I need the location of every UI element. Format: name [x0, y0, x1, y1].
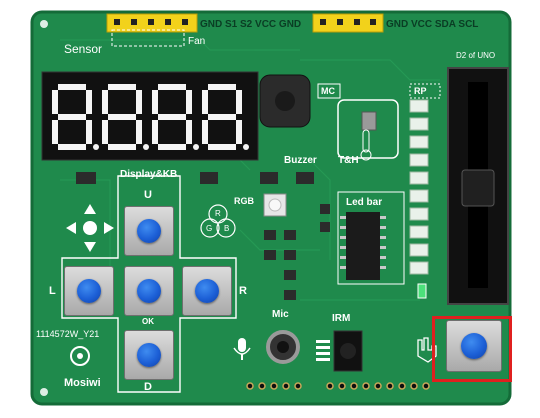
key-l-label: L [49, 285, 56, 297]
key-right-cap[interactable] [195, 279, 219, 303]
fan-label: Fan [188, 36, 206, 47]
led-bar-label: Led bar [346, 197, 383, 208]
rgb-label: RGB [234, 196, 254, 206]
mic-label: Mic [272, 309, 289, 320]
highlight-box [432, 316, 512, 382]
d2-of-uno-label: D2 of UNO [456, 51, 496, 60]
key-up-cap[interactable] [137, 219, 161, 243]
key-left-cap[interactable] [77, 279, 101, 303]
key-d-label: D [144, 381, 152, 393]
rgb-b-label: B [224, 224, 230, 233]
brand-label: Mosiwi [64, 377, 101, 389]
key-down-cap[interactable] [137, 343, 161, 367]
key-r-label: R [239, 285, 247, 297]
sensor-label: Sensor [64, 42, 103, 56]
rgb-g-label: G [206, 224, 213, 233]
board-photo: GND S1 S2 VCC GND GND VCC SDA SCL Sensor… [0, 0, 540, 413]
key-u-label: U [144, 189, 152, 201]
key-ok-cap[interactable] [137, 279, 161, 303]
header-right-label: GND VCC SDA SCL [386, 19, 479, 30]
rgb-r-label: R [215, 209, 221, 218]
header-left-label: GND S1 S2 VCC GND [200, 19, 302, 30]
key-ok-switch[interactable] [124, 266, 174, 316]
rp-label: RP [414, 86, 427, 96]
part-number-label: 1114572W_Y21 [36, 329, 100, 339]
key-down-switch[interactable] [124, 330, 174, 380]
key-up-switch[interactable] [124, 206, 174, 256]
th-label: T&H [338, 155, 359, 166]
irm-label: IRM [332, 313, 351, 324]
key-right-switch[interactable] [182, 266, 232, 316]
key-left-switch[interactable] [64, 266, 114, 316]
key-ok-label: OK [142, 317, 154, 326]
display-kb-label: Display&KB [120, 169, 178, 180]
buzzer-label: Buzzer [284, 155, 317, 166]
mic-top-label: MC [321, 86, 335, 96]
